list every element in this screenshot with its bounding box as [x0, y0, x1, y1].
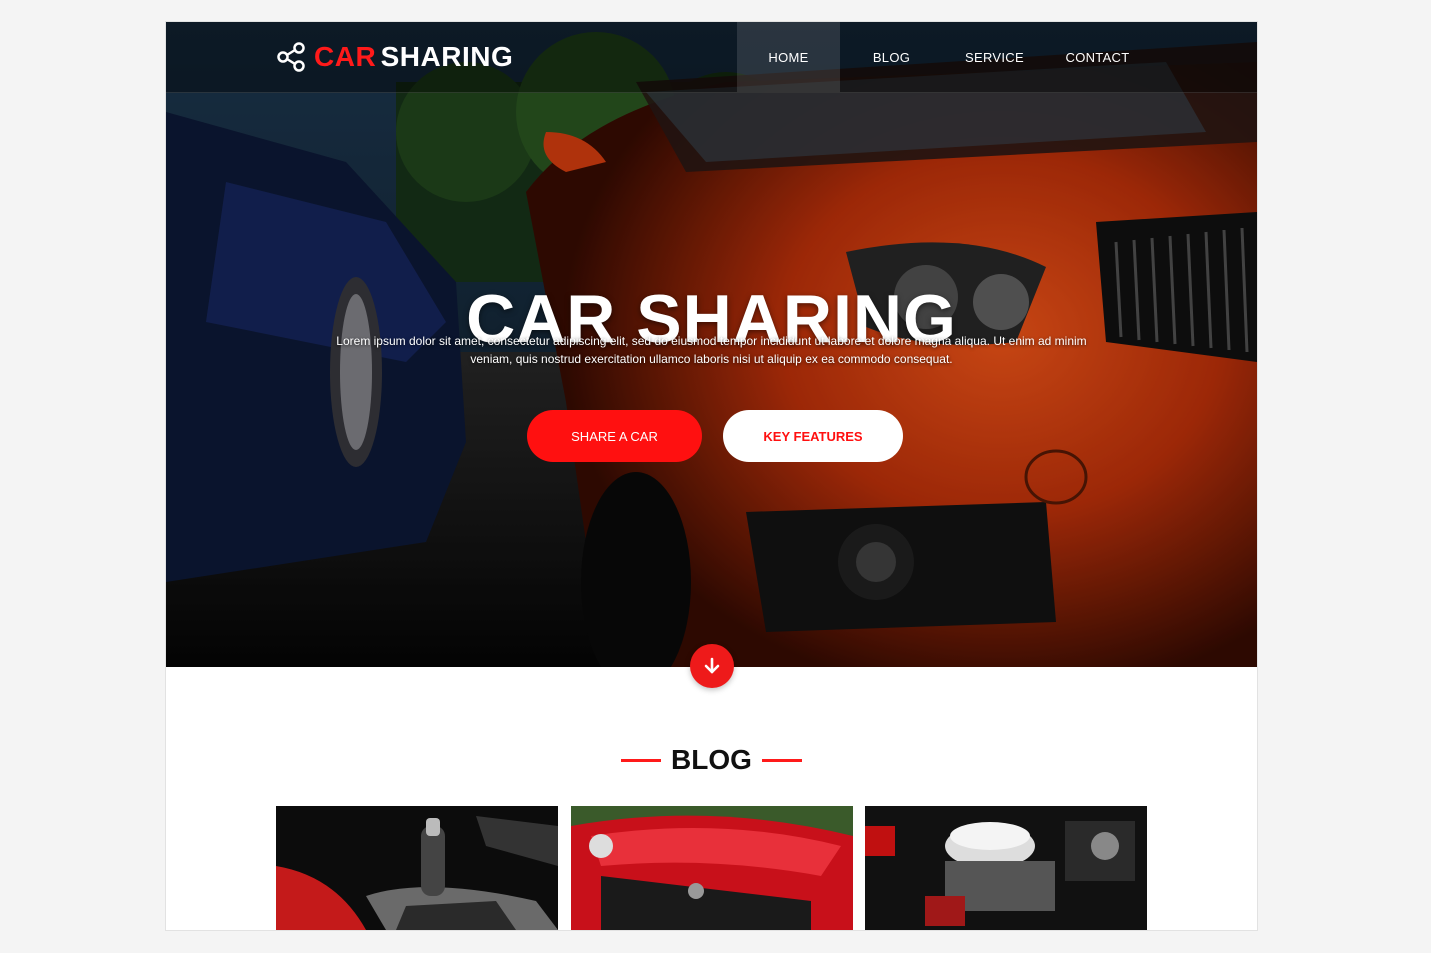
nav-item-service[interactable]: SERVICE: [943, 22, 1046, 92]
hero-section: CAR SHARING HOME BLOG SERVICE CONTACT CA…: [166, 22, 1257, 667]
share-a-car-button[interactable]: SHARE A CAR: [527, 410, 702, 462]
hero-description: Lorem ipsum dolor sit amet, consectetur …: [286, 332, 1137, 368]
heading-divider-left: [621, 758, 662, 762]
heading-divider-right: [761, 758, 802, 762]
top-navbar: CAR SHARING HOME BLOG SERVICE CONTACT: [166, 22, 1257, 93]
blog-title: BLOG: [671, 744, 752, 775]
blog-card-red-mustang[interactable]: [571, 806, 853, 930]
nav-item-blog[interactable]: BLOG: [840, 22, 943, 92]
arrow-down-icon: [704, 657, 720, 674]
nav-item-contact[interactable]: CONTACT: [1046, 22, 1149, 92]
nav-item-home[interactable]: HOME: [737, 22, 840, 92]
red-mustang-photo: [571, 806, 853, 930]
engine-bay-photo: [865, 806, 1147, 930]
main-menu: HOME BLOG SERVICE CONTACT: [737, 22, 1149, 92]
hero-description-line-1: Lorem ipsum dolor sit amet, consectetur …: [336, 334, 1087, 348]
blog-section-heading: BLOG: [166, 740, 1257, 780]
brand-logo[interactable]: CAR SHARING: [276, 40, 513, 74]
page: CAR SHARING HOME BLOG SERVICE CONTACT CA…: [166, 22, 1257, 930]
blog-card-gear-shifter[interactable]: [276, 806, 558, 930]
share-icon: [277, 42, 305, 72]
key-features-button[interactable]: KEY FEATURES: [723, 410, 903, 462]
brand-name-rest: SHARING: [380, 41, 514, 72]
scroll-down-button[interactable]: [690, 644, 734, 688]
hero-description-line-2: veniam, quis nostrud exercitation ullamc…: [470, 352, 953, 366]
blog-card-engine-bay[interactable]: [865, 806, 1147, 930]
gear-shifter-photo: [276, 806, 558, 930]
brand-name-accent: CAR: [314, 41, 377, 72]
